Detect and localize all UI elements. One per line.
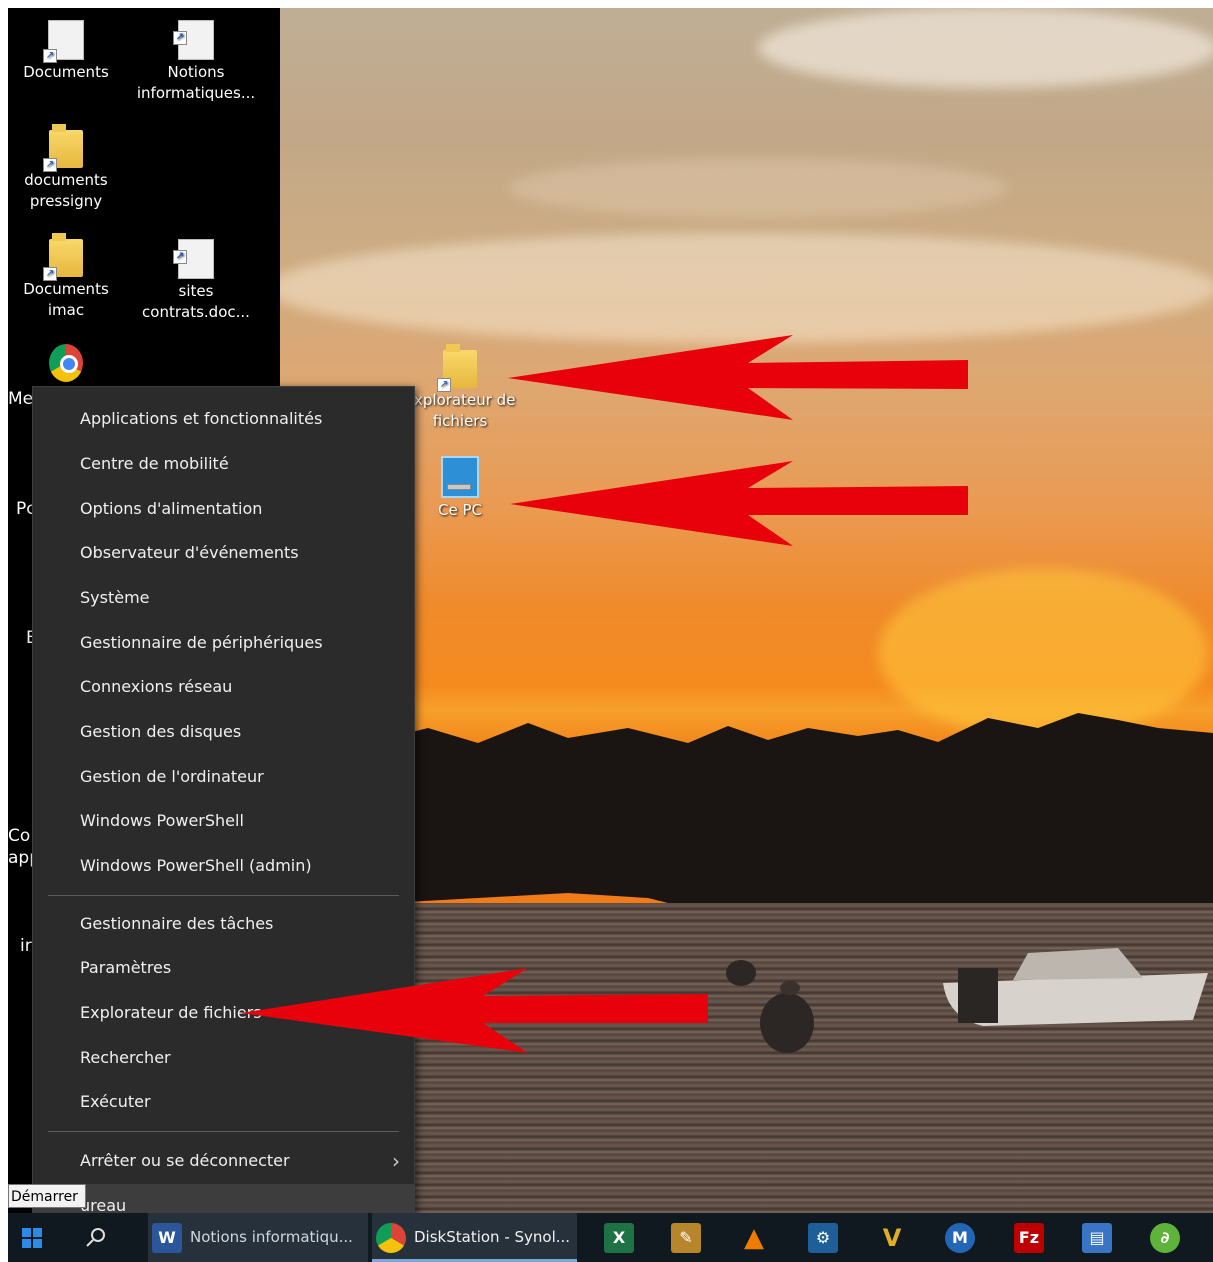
arrow-to-this-pc-icon <box>510 461 968 546</box>
desktop-screen: Documents Notions informatiques... docum… <box>8 8 1213 1262</box>
arrow-to-menu-file-explorer <box>241 968 708 1053</box>
arrow-to-file-explorer-icon <box>508 335 968 420</box>
annotation-arrows <box>241 335 968 1053</box>
